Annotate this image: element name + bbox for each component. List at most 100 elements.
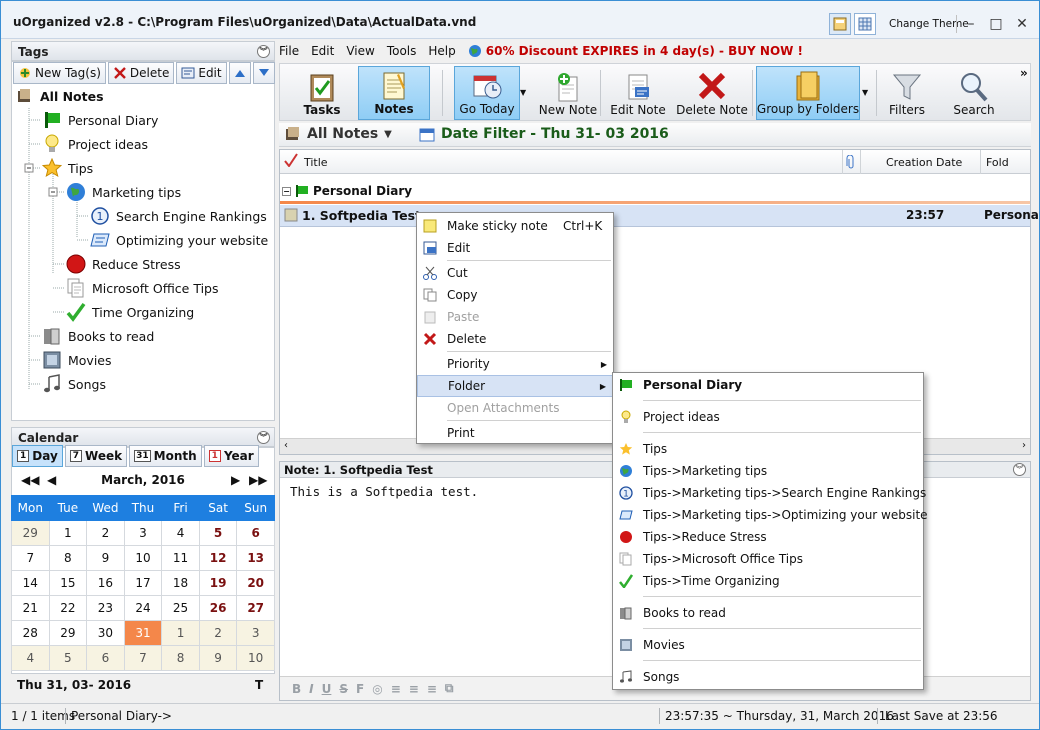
tag-item-7[interactable]: Microsoft Office Tips [66, 276, 219, 300]
menu-tools[interactable]: Tools [387, 44, 417, 58]
calendar-day-cell[interactable]: 7 [123, 645, 163, 671]
align-center-icon[interactable]: ≡ [409, 682, 419, 696]
calendar-day-cell[interactable]: 13 [236, 545, 275, 571]
theme-icon-b[interactable] [854, 13, 876, 35]
move-up-button[interactable] [228, 62, 251, 84]
view-month-tab[interactable]: 31 Month [129, 445, 202, 467]
calendar-day-cell[interactable]: 15 [48, 570, 88, 596]
tag-item-8[interactable]: Time Organizing [66, 300, 194, 324]
calendar-day-cell[interactable]: 23 [86, 595, 125, 621]
calendar-day-cell[interactable]: 25 [161, 595, 200, 621]
menu-copy-item[interactable]: Copy [417, 284, 613, 306]
folder-option-11[interactable]: Songs [613, 666, 923, 688]
menu-delete-item[interactable]: Delete [417, 328, 613, 350]
copy-format-icon[interactable]: ⧉ [445, 681, 454, 696]
font-icon[interactable]: F [356, 682, 364, 696]
theme-icon-a[interactable] [829, 13, 851, 35]
tag-item-6[interactable]: Reduce Stress [66, 252, 181, 276]
calendar-day-cell[interactable]: 21 [11, 595, 50, 621]
go-today-button[interactable]: Go Today [454, 66, 520, 120]
calendar-day-cell[interactable]: 16 [86, 570, 125, 596]
notes-button[interactable]: Notes [358, 66, 430, 120]
folder-option-10[interactable]: Movies [613, 634, 923, 656]
search-button[interactable]: Search [948, 66, 1000, 120]
folder-option-9[interactable]: Books to read [613, 602, 923, 624]
folder-option-0[interactable]: Personal Diary [613, 374, 923, 396]
new-tag-button[interactable]: New Tag(s) [13, 62, 106, 84]
calendar-day-cell[interactable]: 19 [198, 570, 238, 596]
tag-item-11[interactable]: Songs [42, 372, 106, 396]
scroll-left-icon[interactable]: ‹ [284, 440, 288, 451]
close-button[interactable]: ✕ [1009, 13, 1035, 35]
tag-item-0[interactable]: Personal Diary [42, 108, 158, 132]
tag-item-2[interactable]: Tips [42, 156, 93, 180]
align-left-icon[interactable]: ≡ [391, 682, 401, 696]
menu-edit[interactable]: Edit [311, 44, 334, 58]
view-selector[interactable]: All Notes ▼ [285, 126, 392, 142]
collapse-chevron-icon[interactable]: ︾ [257, 431, 270, 444]
calendar-day-cell[interactable]: 27 [236, 595, 275, 621]
calendar-day-cell[interactable]: 8 [161, 645, 200, 671]
scroll-right-icon[interactable]: › [1022, 440, 1026, 451]
group-row[interactable]: − Personal Diary [280, 180, 1030, 202]
calendar-day-cell[interactable]: 1 [161, 620, 200, 646]
tag-item-3[interactable]: Marketing tips [66, 180, 181, 204]
filters-button[interactable]: Filters [882, 66, 932, 120]
calendar-day-cell[interactable]: 5 [198, 520, 238, 546]
menu-view[interactable]: View [346, 44, 374, 58]
calendar-day-cell[interactable]: 29 [48, 620, 88, 646]
calendar-day-cell[interactable]: 31 [123, 620, 163, 646]
next-year-button[interactable]: ▶▶ [249, 473, 267, 487]
delete-note-button[interactable]: Delete Note [676, 66, 748, 120]
group-by-folders-button[interactable]: Group by Folders [756, 66, 860, 120]
calendar-day-cell[interactable]: 4 [161, 520, 200, 546]
calendar-day-cell[interactable]: 2 [86, 520, 125, 546]
folder-option-2[interactable]: Tips [613, 438, 923, 460]
column-creation-date[interactable]: Creation Date [886, 156, 962, 169]
date-filter[interactable]: Date Filter - Thu 31- 03 2016 [419, 126, 669, 142]
menu-priority-item[interactable]: Priority ▶ [417, 353, 613, 375]
calendar-day-cell[interactable]: 1 [48, 520, 88, 546]
calendar-day-cell[interactable]: 22 [48, 595, 88, 621]
view-week-tab[interactable]: 7 Week [64, 445, 128, 467]
today-button[interactable]: T [255, 678, 263, 692]
tag-item-4[interactable]: 1 Search Engine Rankings [90, 204, 267, 228]
menu-folder-item[interactable]: Folder ▶ [417, 375, 613, 397]
calendar-day-cell[interactable]: 24 [123, 595, 163, 621]
calendar-day-cell[interactable]: 26 [198, 595, 238, 621]
edit-tag-button[interactable]: Edit [176, 62, 227, 84]
calendar-day-cell[interactable]: 8 [48, 545, 88, 571]
calendar-day-cell[interactable]: 11 [161, 545, 200, 571]
calendar-day-cell[interactable]: 14 [11, 570, 50, 596]
column-title[interactable]: Title [304, 156, 328, 169]
calendar-day-cell[interactable]: 9 [86, 545, 125, 571]
tag-item-5[interactable]: Optimizing your website [90, 228, 268, 252]
go-today-dropdown-icon[interactable]: ▼ [520, 88, 526, 97]
bold-icon[interactable]: B [292, 682, 301, 696]
toolbar-overflow[interactable]: » [1020, 66, 1028, 80]
collapse-chevron-icon[interactable]: ︾ [257, 45, 270, 58]
tasks-button[interactable]: Tasks [294, 66, 350, 120]
calendar-day-cell[interactable]: 20 [236, 570, 275, 596]
italic-icon[interactable]: I [309, 682, 313, 696]
calendar-day-cell[interactable]: 12 [198, 545, 238, 571]
calendar-day-cell[interactable]: 6 [236, 520, 275, 546]
strikethrough-icon[interactable]: S [339, 682, 348, 696]
folder-option-7[interactable]: Tips->Microsoft Office Tips [613, 548, 923, 570]
attachment-column-icon[interactable] [846, 154, 856, 172]
calendar-day-cell[interactable]: 18 [161, 570, 200, 596]
menu-file[interactable]: File [279, 44, 299, 58]
calendar-day-cell[interactable]: 29 [11, 520, 50, 546]
calendar-day-cell[interactable]: 28 [11, 620, 50, 646]
folder-option-4[interactable]: 1 Tips->Marketing tips->Search Engine Ra… [613, 482, 926, 504]
menu-cut-item[interactable]: Cut [417, 262, 613, 284]
tag-item-10[interactable]: Movies [42, 348, 112, 372]
folder-option-5[interactable]: Tips->Marketing tips->Optimizing your we… [613, 504, 928, 526]
menu-edit-item[interactable]: Edit [417, 237, 613, 259]
all-notes-item[interactable]: All Notes [14, 84, 104, 108]
maximize-button[interactable]: □ [983, 13, 1009, 35]
note-body[interactable]: This is a Softpedia test. [290, 484, 478, 499]
align-right-icon[interactable]: ≡ [427, 682, 437, 696]
move-down-button[interactable] [252, 62, 275, 84]
calendar-day-cell[interactable]: 10 [236, 645, 275, 671]
